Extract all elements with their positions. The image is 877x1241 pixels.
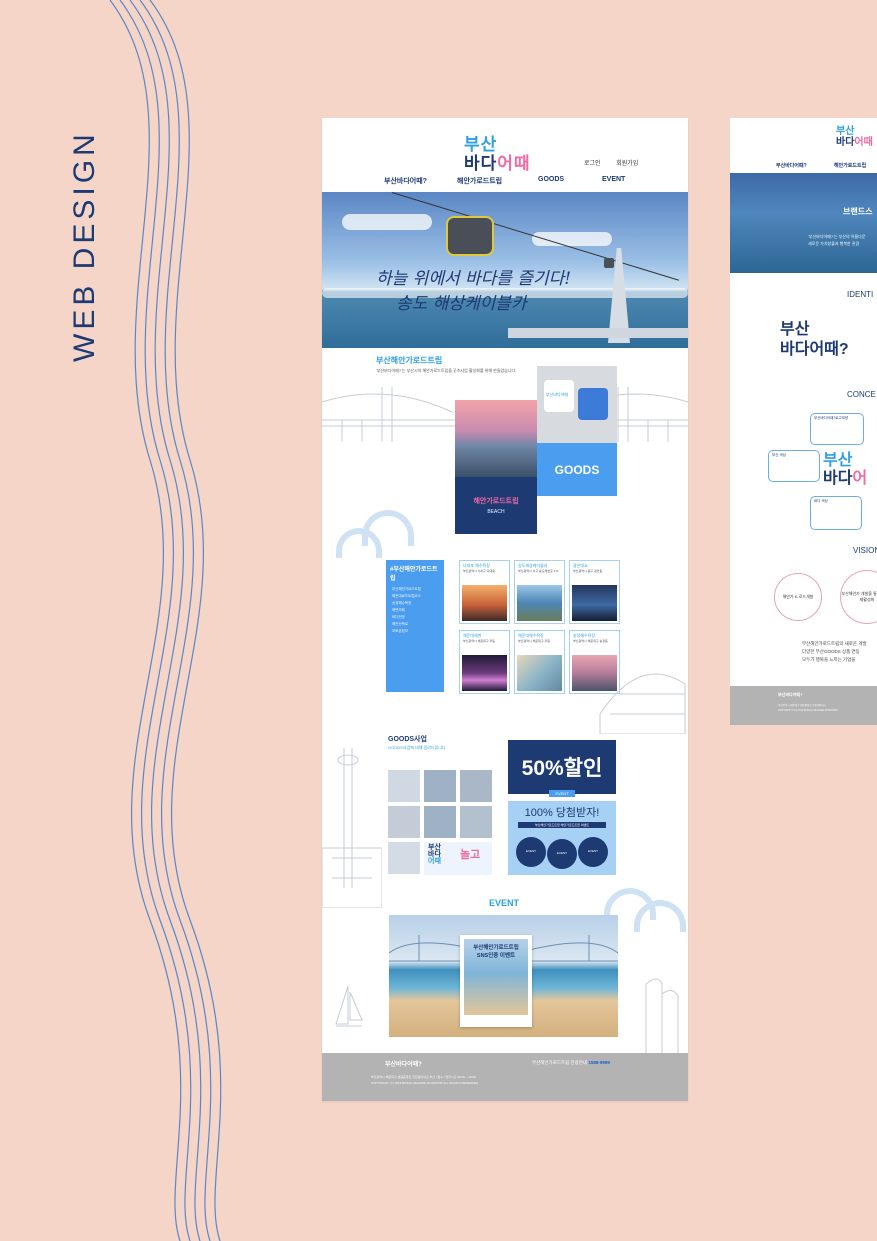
product-pin-photo[interactable] [460, 806, 492, 838]
product-usb-photo[interactable] [388, 806, 420, 838]
vision-circle: 부산해안가 개발을 통한 지역경제활성화 [840, 570, 877, 624]
signup-link[interactable]: 회원가입 [616, 161, 638, 167]
vision-text: 부산해안가로드트립의 새로운 개발 다양한 부산GOODS 상품 연동 모두가 행복… [802, 641, 867, 662]
goods-title: GOODS사업 [388, 736, 427, 743]
roadtrip-tile-label: 해안가로드트립 [473, 498, 519, 505]
concept-bubble: 바다 색상 [810, 496, 862, 530]
brand-hero: 브랜드스 '부산바다어때?'는 부산의 아름다운 새로운 가치창출과 행복한 관광 [730, 173, 877, 273]
brand-nav-item[interactable]: 해안가로드트립 [834, 162, 866, 169]
site-logo[interactable]: 부산 바다어때 [464, 130, 554, 173]
login-link[interactable]: 로그인 [584, 161, 601, 167]
site-footer: 부산바다어때? 부산해안가로드트립 관광안내 1588-9999 부산광역시 해… [322, 1053, 688, 1101]
footer-address: 부산광역시 해운대구 센텀중앙로 전관광안내소 부산 | 접수 / 업무시간 0… [371, 1075, 479, 1085]
win-title: 100% 당첨받자! [524, 807, 600, 819]
spot-card[interactable]: 해운대해변 부산광역시 해운대구 우동 [459, 630, 510, 694]
product-mug-photo[interactable] [460, 770, 492, 802]
event-card-title2: SNS인증 이벤트 [476, 953, 516, 959]
nav-item-goods[interactable]: GOODS [538, 176, 564, 183]
sale-percent: 50%할인 [521, 757, 603, 780]
win-dot: EVENT [547, 839, 577, 869]
win-dot: EVENT [516, 837, 546, 867]
spot-card[interactable]: 송도해상케이블카 부산광역시 서구 송도해변로 171 [514, 560, 565, 624]
promo-line1: 부산 [428, 844, 441, 851]
blue-mug [578, 388, 608, 420]
event-banner[interactable]: 부산해안가로드트립 SNS인증 이벤트 [389, 915, 618, 1037]
concept-bubble: 부산 색상 [768, 450, 820, 482]
sidebar-item[interactable]: 포토존정보 [386, 628, 444, 635]
event-card-title1: 부산해안가로드트립 [473, 945, 519, 951]
identity-heading: IDENTI [847, 290, 874, 299]
brand-logo[interactable]: 부산 바다어때 [836, 126, 873, 148]
spot-card[interactable]: 다대포 해수욕장 부산광역시 사하구 다대동 [459, 560, 510, 624]
sidebar-item[interactable]: 송정해수욕장 [386, 600, 444, 607]
vision-heading: VISION [853, 546, 877, 555]
white-mug: 부산바다어때 [544, 380, 574, 412]
product-badge-photo[interactable] [424, 806, 456, 838]
logo-line2: 바다어때 [464, 154, 531, 173]
intro-desc: '부산바다어때?'는 부산시의 해안가로드트립을 굿즈사업 활성화를 위해 만들… [376, 368, 517, 373]
sidebar-item[interactable]: 바다전망 [386, 614, 444, 621]
sale-tag: EVENT [549, 790, 575, 797]
tower-illustration [322, 748, 382, 908]
footer-name: 부산바다어때? [385, 1062, 422, 1068]
product-pouch-photo[interactable] [388, 842, 420, 874]
vision-circle: 해안가 K-로드개발 [774, 573, 822, 621]
sunset-photo [455, 400, 537, 477]
sidebar-item[interactable]: 해운대로드트립코스 [386, 593, 444, 600]
brand-hero-desc: '부산바다어때?'는 부산의 아름다운 새로운 가치창출과 행복한 관광 [808, 234, 866, 246]
win-dot: EVENT [578, 837, 608, 867]
sidebar-item[interactable]: 부산해안가로드트립 [386, 586, 444, 593]
sidebar-item[interactable]: 해안산책로 [386, 621, 444, 628]
hero-subline: 송도 해상케이블카 [396, 294, 527, 314]
goods-tile[interactable]: GOODS [537, 443, 617, 496]
footer-contact: 부산해안가로드트립 관광안내 1588-9999 [532, 1060, 610, 1065]
brand-nav-item[interactable]: 부산바다어때? [776, 162, 807, 169]
brand-footer-address: 부산광역시 해운대구 센텀중앙로 전관광안내소 COPYRIGHT (C) 201… [778, 704, 838, 712]
promo-play: 놀고 [460, 849, 481, 861]
top-links: 로그인 회원가입 [584, 158, 652, 167]
sale-banner[interactable]: 50%할인 EVENT [508, 740, 616, 797]
win-banner[interactable]: 100% 당첨받자! 부산해안가로드트립 해안가로드트립 이벤트 EVENT E… [508, 801, 616, 875]
brand-hero-title: 브랜드스 [843, 207, 873, 216]
product-cap-photo[interactable] [424, 770, 456, 802]
event-card: 부산해안가로드트립 SNS인증 이벤트 [460, 935, 532, 1027]
goods-desc: GOODS사업에 대해 알려드립니다 [388, 745, 446, 750]
spot-card[interactable]: 해운대해수욕장 부산광역시 해운대구 우동 [514, 630, 565, 694]
identity-logo: 부산 바다어때? [780, 321, 849, 358]
concept-heading: CONCE [847, 390, 876, 399]
spot-card[interactable]: 광안대교 부산광역시 중구 광안동 [569, 560, 620, 624]
brand-footer: 부산바다어때? 부산광역시 해운대구 센텀중앙로 전관광안내소 COPYRIGHT… [730, 686, 877, 725]
hero-headline: 하늘 위에서 바다를 즐기다! [376, 269, 572, 289]
main-nav: 부산바다어때? 해안가로드트립 GOODS EVENT [322, 176, 688, 190]
hero-banner: 하늘 위에서 바다를 즐기다! 송도 해상케이블카 [322, 192, 688, 348]
event-title: EVENT [489, 898, 520, 908]
nav-item-event[interactable]: EVENT [602, 176, 625, 183]
concept-bubble: 부산바다어때?로고모양 [810, 413, 864, 445]
main-mockup: 부산 바다어때 로그인 회원가입 부산바다어때? 해안가로드트립 GOODS E… [322, 118, 688, 1101]
sailboat-illustration [335, 985, 363, 1027]
product-tshirt-photo[interactable] [388, 770, 420, 802]
side-title: WEB DESIGN [68, 130, 101, 362]
beach-tile-label: BEACH [487, 509, 505, 515]
cable-car-image [446, 216, 494, 256]
nav-item-about[interactable]: 부산바다어때? [384, 176, 427, 186]
dome-illustration [599, 673, 686, 734]
roadtrip-sidebar: #부산해안가로드트립 부산해안가로드트립 해운대로드트립코스 송정해수욕장 해변… [386, 560, 444, 692]
building-illustration [645, 978, 679, 1054]
cloud-decoration [362, 510, 414, 546]
roadtrip-tile[interactable]: 해안가로드트립 BEACH [455, 477, 537, 534]
goods-promo-banner[interactable]: 부산 바다 어때 놀고 [424, 842, 492, 875]
promo-line3: 어때 [428, 858, 441, 865]
brand-footer-name: 부산바다어때? [778, 692, 803, 697]
brand-mockup: 부산 바다어때 부산바다어때? 해안가로드트립 브랜드스 '부산바다어때?'는 … [730, 118, 877, 725]
concept-logo: 부산 바다어 [823, 452, 868, 487]
sidebar-heading: #부산해안가로드트립 [390, 567, 438, 582]
promo-line2: 바다 [428, 851, 441, 858]
nav-item-roadtrip[interactable]: 해안가로드트립 [457, 176, 502, 186]
win-bar: 부산해안가로드트립 해안가로드트립 이벤트 [518, 822, 606, 828]
sidebar-item[interactable]: 해변카페 [386, 607, 444, 614]
intro-title: 부산해안가로드트립 [376, 356, 443, 365]
